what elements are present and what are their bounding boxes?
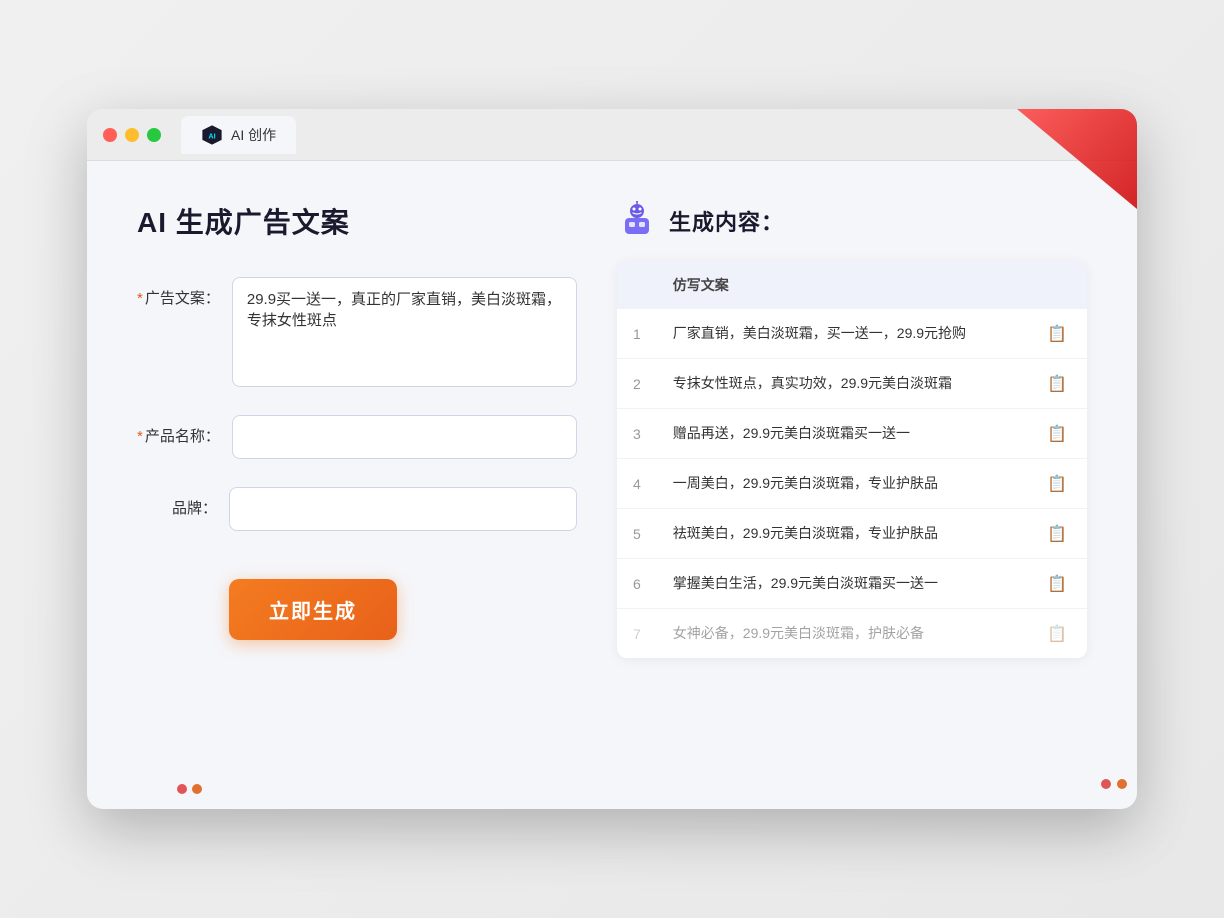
copy-icon[interactable]: 📋 [1043,322,1071,347]
row-number: 6 [617,559,657,609]
product-name-label: *产品名称： [137,415,220,446]
results-title: 生成内容： [669,205,784,237]
dot-red-2 [177,784,187,794]
row-content: 一周美白，29.9元美白淡斑霜，专业护肤品 [657,459,1027,509]
table-row: 3 赠品再送，29.9元美白淡斑霜买一送一 📋 [617,409,1087,459]
tab-label: AI 创作 [231,125,276,145]
col-header-num [617,261,657,309]
results-table: 仿写文案 1 厂家直销，美白淡斑霜，买一送一，29.9元抢购 📋 2 专抹女性斑… [617,261,1087,658]
table-row: 4 一周美白，29.9元美白淡斑霜，专业护肤品 📋 [617,459,1087,509]
table-row: 2 专抹女性斑点，真实功效，29.9元美白淡斑霜 📋 [617,359,1087,409]
row-content: 厂家直销，美白淡斑霜，买一送一，29.9元抢购 [657,309,1027,359]
row-copy-cell[interactable]: 📋 [1027,609,1087,659]
table-row: 5 祛斑美白，29.9元美白淡斑霜，专业护肤品 📋 [617,509,1087,559]
col-header-content: 仿写文案 [657,261,1027,309]
row-copy-cell[interactable]: 📋 [1027,409,1087,459]
row-content: 赠品再送，29.9元美白淡斑霜买一送一 [657,409,1027,459]
copy-icon[interactable]: 📋 [1043,622,1071,647]
generate-button[interactable]: 立即生成 [229,579,397,640]
copy-icon[interactable]: 📋 [1043,522,1071,547]
row-number: 7 [617,609,657,659]
row-content: 祛斑美白，29.9元美白淡斑霜，专业护肤品 [657,509,1027,559]
row-content: 女神必备，29.9元美白淡斑霜，护肤必备 [657,609,1027,659]
row-copy-cell[interactable]: 📋 [1027,309,1087,359]
row-number: 2 [617,359,657,409]
dot-orange [1117,779,1127,789]
results-table-body: 1 厂家直销，美白淡斑霜，买一送一，29.9元抢购 📋 2 专抹女性斑点，真实功… [617,309,1087,658]
required-star-1: * [137,290,143,307]
corner-decoration-br [1101,779,1127,789]
form-group-product-name: *产品名称： 美白淡斑霜 [137,415,577,459]
form-group-ad-copy: *广告文案： 29.9买一送一，真正的厂家直销，美白淡斑霜，专抹女性斑点 [137,277,577,387]
row-copy-cell[interactable]: 📋 [1027,509,1087,559]
row-copy-cell[interactable]: 📋 [1027,559,1087,609]
row-number: 4 [617,459,657,509]
row-number: 5 [617,509,657,559]
ad-copy-input[interactable]: 29.9买一送一，真正的厂家直销，美白淡斑霜，专抹女性斑点 [232,277,577,387]
ad-copy-label: *广告文案： [137,277,220,308]
col-header-action [1027,261,1087,309]
required-star-2: * [137,428,143,445]
tab-ai-creation[interactable]: AI AI 创作 [181,116,296,154]
results-table-header: 仿写文案 [617,261,1087,309]
copy-icon[interactable]: 📋 [1043,472,1071,497]
copy-icon[interactable]: 📋 [1043,372,1071,397]
row-number: 1 [617,309,657,359]
robot-icon [617,201,657,241]
right-panel: 生成内容： 仿写文案 1 厂家直销，美白淡斑霜，买一送一，29.9元抢购 📋 2 [617,201,1087,761]
row-copy-cell[interactable]: 📋 [1027,359,1087,409]
maximize-button[interactable] [147,128,161,142]
row-copy-cell[interactable]: 📋 [1027,459,1087,509]
browser-titlebar: AI AI 创作 [87,109,1137,161]
table-row: 6 掌握美白生活，29.9元美白淡斑霜买一送一 📋 [617,559,1087,609]
browser-window: AI AI 创作 AI 生成广告文案 *广告文案： 29.9买一送一，真正的厂家… [87,109,1137,809]
ai-tab-icon: AI [201,124,223,146]
row-number: 3 [617,409,657,459]
brand-input[interactable]: 好白 [229,487,577,531]
svg-text:AI: AI [208,131,215,140]
dot-red [1101,779,1111,789]
minimize-button[interactable] [125,128,139,142]
close-button[interactable] [103,128,117,142]
page-title: AI 生成广告文案 [137,201,577,241]
corner-decoration-bl [177,784,202,794]
row-content: 掌握美白生活，29.9元美白淡斑霜买一送一 [657,559,1027,609]
table-row: 1 厂家直销，美白淡斑霜，买一送一，29.9元抢购 📋 [617,309,1087,359]
window-controls [103,128,161,142]
brand-label: 品牌： [137,487,217,518]
copy-icon[interactable]: 📋 [1043,422,1071,447]
copy-icon[interactable]: 📋 [1043,572,1071,597]
left-panel: AI 生成广告文案 *广告文案： 29.9买一送一，真正的厂家直销，美白淡斑霜，… [137,201,577,761]
browser-content: AI 生成广告文案 *广告文案： 29.9买一送一，真正的厂家直销，美白淡斑霜，… [87,161,1137,801]
form-group-brand: 品牌： 好白 [137,487,577,531]
product-name-input[interactable]: 美白淡斑霜 [232,415,577,459]
table-row: 7 女神必备，29.9元美白淡斑霜，护肤必备 📋 [617,609,1087,659]
dot-orange-2 [192,784,202,794]
row-content: 专抹女性斑点，真实功效，29.9元美白淡斑霜 [657,359,1027,409]
results-header: 生成内容： [617,201,1087,241]
